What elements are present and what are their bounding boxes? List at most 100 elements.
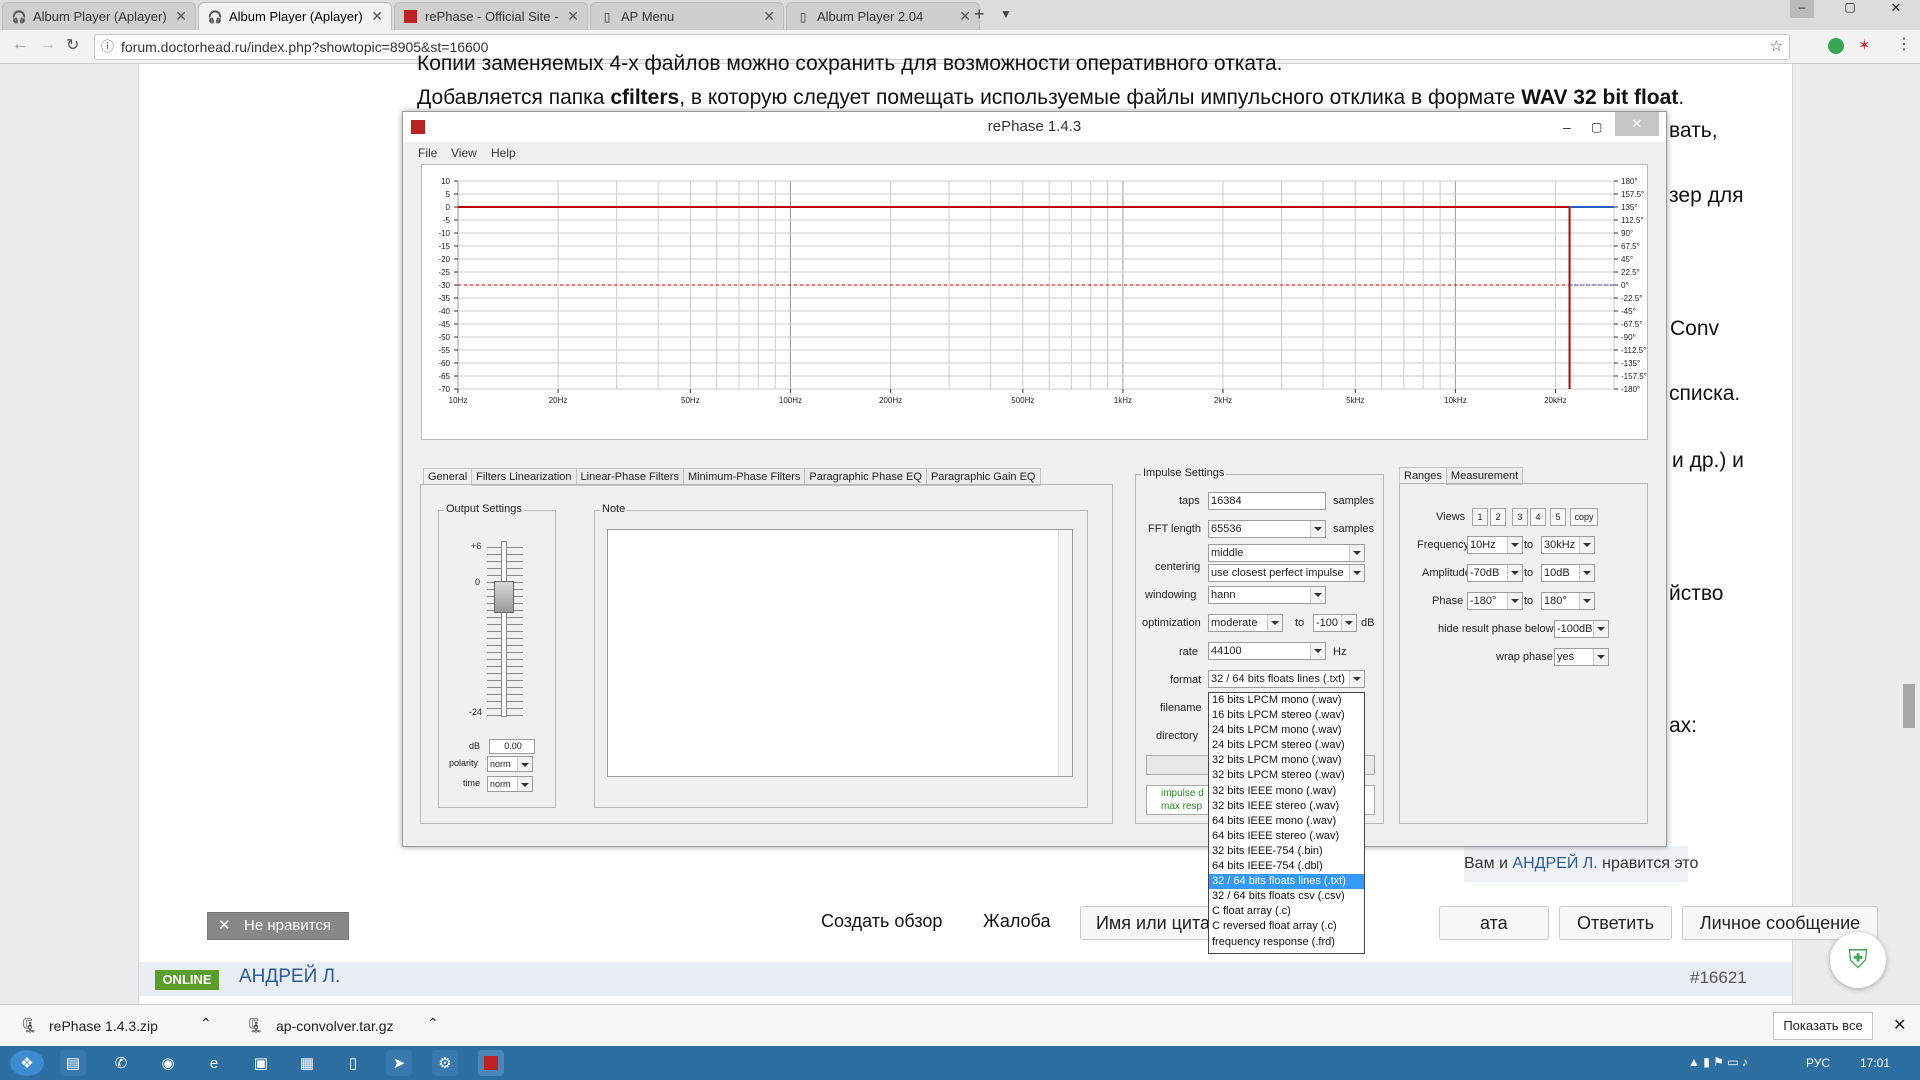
quote-button[interactable]: ата (1439, 906, 1549, 940)
view-button[interactable]: 5 (1550, 508, 1566, 526)
gain-slider-thumb[interactable] (494, 581, 514, 613)
app-icon[interactable]: ▦ (294, 1050, 320, 1076)
app-icon[interactable]: ▣ (248, 1050, 274, 1076)
wrap-phase-select[interactable]: yes (1554, 648, 1609, 666)
format-option[interactable]: 32 / 64 bits floats lines (.txt) (1209, 874, 1364, 890)
ie-icon[interactable]: e (201, 1050, 227, 1076)
star-icon[interactable]: ☆ (1770, 35, 1783, 59)
app-icon[interactable]: ▯ (340, 1050, 366, 1076)
extension-icon[interactable]: ✶ (1858, 36, 1871, 54)
info-icon[interactable]: ⓘ (101, 35, 114, 59)
user-link[interactable]: АНДРЕЙ Л. (1512, 855, 1597, 872)
fft-select[interactable]: 65536 (1208, 520, 1326, 538)
optimization-db-select[interactable]: -100 (1313, 614, 1357, 632)
copy-view-button[interactable]: copy (1570, 508, 1598, 526)
download-item[interactable]: ap-convolver.tar.gz (276, 1018, 394, 1034)
note-textarea[interactable] (607, 529, 1073, 777)
browser-tab-4[interactable]: ▯ AP Menu ✕ (590, 2, 784, 30)
format-option[interactable]: 64 bits IEEE-754 (.dbl) (1209, 859, 1364, 874)
app-icon[interactable]: ➤ (386, 1050, 412, 1076)
show-all-button[interactable]: Показать все (1773, 1012, 1873, 1040)
scrollbar[interactable] (1058, 530, 1072, 776)
close-icon[interactable]: ✕ (1615, 112, 1659, 136)
minimize-icon[interactable]: – (1790, 0, 1814, 18)
phase-from-select[interactable]: -180° (1467, 592, 1523, 610)
gain-slider-track[interactable] (501, 541, 507, 717)
format-option[interactable]: 64 bits IEEE stereo (.wav) (1209, 829, 1364, 844)
tray-icon[interactable]: ▲ ▮ ⚑ ▭ ♪ (1688, 1055, 1748, 1069)
format-option[interactable]: 32 bits IEEE stereo (.wav) (1209, 799, 1364, 814)
menu-view[interactable]: View (451, 146, 477, 160)
language-indicator[interactable]: РУС (1806, 1056, 1830, 1070)
time-select[interactable]: norm (487, 776, 533, 792)
close-icon[interactable]: ✕ (371, 3, 383, 30)
rephase-taskbar-icon[interactable] (478, 1050, 504, 1076)
format-option[interactable]: 64 bits IEEE mono (.wav) (1209, 814, 1364, 829)
format-option[interactable]: 16 bits LPCM stereo (.wav) (1209, 708, 1364, 723)
maximize-icon[interactable]: ▢ (1591, 112, 1602, 142)
back-icon[interactable]: ← (12, 36, 28, 54)
amplitude-to-select[interactable]: 10dB (1541, 564, 1595, 582)
view-button[interactable]: 3 (1512, 508, 1528, 526)
user-link[interactable]: АНДРЕЙ Л. (239, 966, 340, 988)
close-icon[interactable]: ✕ (175, 3, 187, 30)
amplitude-from-select[interactable]: -70dB (1467, 564, 1523, 582)
format-option[interactable]: 24 bits LPCM mono (.wav) (1209, 723, 1364, 738)
report-link[interactable]: Жалоба (983, 911, 1050, 932)
chevron-up-icon[interactable]: ⌃ (200, 1015, 212, 1032)
format-option[interactable]: C reversed float array (.c) (1209, 919, 1364, 934)
viber-icon[interactable]: ✆ (108, 1050, 134, 1076)
explorer-icon[interactable]: ▤ (60, 1050, 86, 1076)
menu-file[interactable]: File (418, 146, 437, 160)
view-button[interactable]: 4 (1530, 508, 1546, 526)
frequency-from-select[interactable]: 10Hz (1467, 536, 1523, 554)
post-number[interactable]: #16621 (1690, 968, 1747, 988)
forward-icon[interactable]: → (40, 36, 56, 54)
close-icon[interactable]: ✕ (1893, 1015, 1906, 1035)
menu-help[interactable]: Help (491, 146, 516, 160)
new-tab-icon[interactable]: + (974, 4, 985, 25)
frequency-to-select[interactable]: 30kHz (1541, 536, 1595, 554)
response-chart[interactable]: 10 180° 5 157.5° 0 135° -5 112.5° -10 90° -15 67.5°… (421, 164, 1648, 440)
chevron-down-icon[interactable]: ▼ (1000, 7, 1012, 21)
format-option[interactable]: C float array (.c) (1209, 904, 1364, 919)
quote-name-button[interactable]: Имя или цита (1080, 906, 1226, 940)
centering-select[interactable]: middle (1208, 544, 1365, 562)
menu-icon[interactable]: ⋮ (1896, 34, 1912, 54)
format-dropdown-list[interactable]: 16 bits LPCM mono (.wav) 16 bits LPCM ste… (1208, 692, 1365, 954)
close-icon[interactable]: ✕ (959, 3, 971, 30)
dislike-button[interactable]: ✕ Не нравится (207, 912, 349, 940)
scrollbar-thumb[interactable] (1903, 684, 1915, 728)
chevron-up-icon[interactable]: ⌃ (427, 1015, 439, 1032)
taps-input[interactable]: 16384 (1208, 492, 1326, 510)
maximize-icon[interactable]: ▢ (1838, 0, 1862, 18)
rate-select[interactable]: 44100 (1208, 642, 1326, 660)
extension-icon[interactable] (1828, 38, 1844, 54)
format-option[interactable]: 32 bits IEEE mono (.wav) (1209, 784, 1364, 799)
phase-to-select[interactable]: 180° (1541, 592, 1595, 610)
reload-icon[interactable]: ↻ (66, 35, 79, 55)
reply-button[interactable]: Ответить (1559, 906, 1672, 940)
format-option[interactable]: 24 bits LPCM stereo (.wav) (1209, 738, 1364, 753)
centering-mode-select[interactable]: use closest perfect impulse (1208, 564, 1365, 582)
close-icon[interactable]: ✕ (567, 3, 579, 30)
view-button[interactable]: 2 (1490, 508, 1506, 526)
view-button[interactable]: 1 (1472, 508, 1488, 526)
format-option[interactable]: 16 bits LPCM mono (.wav) (1209, 693, 1364, 708)
minimize-icon[interactable]: – (1563, 112, 1571, 142)
close-window-icon[interactable]: ✕ (1882, 0, 1910, 18)
browser-tab-5[interactable]: ▯ Album Player 2.04 ✕ (786, 2, 980, 30)
windowing-select[interactable]: hann (1208, 586, 1326, 604)
hide-phase-select[interactable]: -100dB (1554, 620, 1609, 638)
start-icon[interactable]: ❖ (10, 1050, 44, 1076)
format-option[interactable]: 32 bits LPCM mono (.wav) (1209, 753, 1364, 768)
browser-tab-2[interactable]: 🎧 Album Player (Aplayer) ✕ (198, 2, 392, 30)
browser-tab-1[interactable]: 🎧 Album Player (Aplayer) ✕ (2, 2, 196, 30)
clock[interactable]: 17:01 (1860, 1056, 1890, 1070)
download-item[interactable]: rePhase 1.4.3.zip (49, 1018, 158, 1034)
format-option[interactable]: 32 bits IEEE-754 (.bin) (1209, 844, 1364, 859)
format-select[interactable]: 32 / 64 bits floats lines (.txt) (1208, 670, 1365, 688)
format-option[interactable]: 32 bits LPCM stereo (.wav) (1209, 768, 1364, 783)
close-icon[interactable]: ✕ (763, 3, 775, 30)
polarity-select[interactable]: norm (487, 756, 533, 772)
